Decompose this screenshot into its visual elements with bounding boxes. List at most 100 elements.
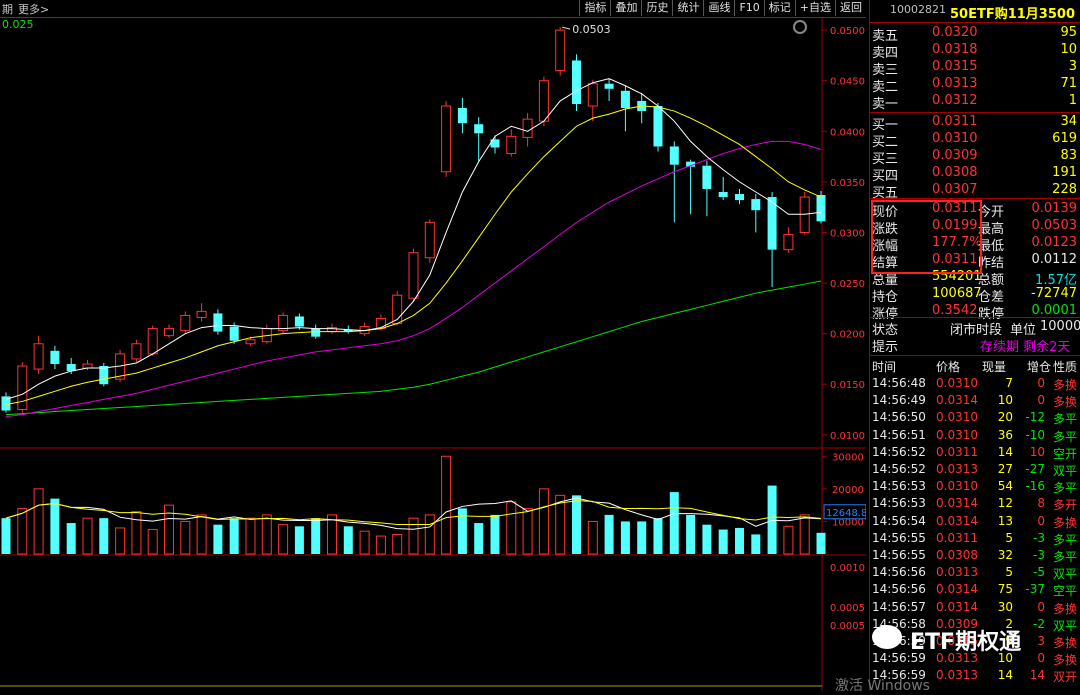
candle [702,160,712,217]
tick-open-change: 0 [1037,393,1045,408]
candle [718,176,728,201]
tick-volume: 54 [997,479,1013,494]
price-tick-label: 0.0450 [830,77,865,88]
tick-open-change: 14 [1029,668,1045,683]
high-price-label: 0.0503 [572,23,611,36]
back-button[interactable]: 返回 [835,0,866,16]
volume-bar [604,514,614,554]
tick-nature: 多平 [1052,412,1077,427]
price-tick-label: 0.0100 [830,431,865,442]
volume-bar [441,455,452,555]
tick-open-change: -27 [1025,462,1045,476]
tick-header-cell: 增仓 [1027,360,1052,374]
tick-row: 14:56:52 0.0311 14 10 空开 [870,445,1080,462]
candle [457,97,467,134]
price-tick-label: 0.0200 [830,330,865,341]
tick-volume: 14 [997,444,1013,459]
volume-bar [424,514,435,555]
tick-open-change: -37 [1025,582,1045,597]
tick-nature: 多平 [1052,481,1077,496]
highlight-box [871,200,982,274]
tick-open-change: -5 [1033,565,1045,580]
tick-open-change: 8 [1037,496,1045,511]
tick-row: 14:56:48 0.0310 7 0 多换 [870,376,1080,393]
volume-bar [572,495,581,554]
volume-bar [751,534,761,554]
bid-price: 0.0311 [932,114,978,129]
candle [735,188,744,205]
high-price-pointer [562,26,571,30]
volume-bar [783,525,794,555]
volume-bar [229,518,239,554]
f10-button[interactable]: F10 [734,0,763,16]
volume-bar [278,524,289,555]
tick-volume: 13 [997,513,1013,528]
volume-bar [50,498,60,554]
tick-open-change: -3 [1033,530,1045,545]
tick-volume: 10 [997,393,1013,408]
ask-level: 卖二 0.0313 71 [870,76,1080,95]
ask-price: 0.0312 [932,93,978,108]
price-tick-label: 0.0150 [830,380,865,391]
tick-price: 0.0314 [936,513,978,528]
tick-nature: 空平 [1052,584,1077,599]
volume-marker-label: 12648.82 [826,508,866,519]
bid-qty: 34 [1060,114,1077,129]
ask-level: 卖四 0.0318 10 [870,42,1080,61]
tick-row: 14:56:55 0.0308 32 -3 多平 [870,548,1080,565]
statistics-button[interactable]: 统计 [672,0,703,16]
ask-label: 卖一 [872,97,899,112]
quote-value: -72747 [1030,286,1077,301]
ask-price: 0.0318 [932,42,978,57]
candle [572,54,581,112]
volume-bar [261,514,272,555]
toolbar-buttons: 指标 叠加 历史 统计 画线 F10 标记 +自选 返回 [579,0,866,17]
ask-price: 0.0320 [932,25,978,40]
kline-chart[interactable]: 0.0503 0.05000.04500.04000.03500.03000.0… [0,18,866,691]
volume-tick-label: 20000 [832,485,864,496]
tick-volume: 12 [997,496,1013,511]
candle [261,324,272,344]
draw-line-button[interactable]: 画线 [703,0,734,16]
tick-open-change: 10 [1029,444,1045,459]
tick-row: 14:56:56 0.0314 75 -37 空平 [870,582,1080,599]
tick-row: 14:56:53 0.0310 54 -16 多平 [870,479,1080,496]
tick-header-cell: 价格 [936,360,961,374]
ask-level: 卖一 0.0312 1 [870,93,1080,112]
contract-code: 10002821 [890,3,946,16]
volume-bar [99,518,109,554]
volume-bar [1,518,11,554]
bid-level: 买三 0.0309 83 [870,148,1080,167]
volume-bar [343,526,353,554]
volume-bar [213,524,223,554]
mark-button[interactable]: 标记 [763,0,795,16]
period-label[interactable]: 期 [2,1,13,17]
tick-open-change: 0 [1037,599,1045,614]
volume-bar [33,488,44,555]
tick-volume: 32 [997,548,1013,562]
volume-bar [474,523,484,554]
more-menu[interactable]: 更多> [18,1,49,17]
candle [783,227,794,253]
overlay-button[interactable]: 叠加 [610,0,641,16]
volume-bars [1,455,826,555]
add-watchlist-button[interactable]: +自选 [794,0,835,16]
volume-bar [686,514,696,554]
bid-qty: 83 [1060,148,1077,163]
history-button[interactable]: 历史 [641,0,672,16]
bid-price: 0.0310 [932,131,978,146]
quote-panel: 10002821 50ETF购11月3500 卖五 0.0320 95 卖四 0.031… [869,0,1080,691]
tick-nature: 多平 [1052,429,1077,444]
ask-qty: 71 [1060,76,1077,91]
quote-value: 0.0503 [1031,218,1078,233]
bid-qty: 191 [1052,165,1077,180]
price-tick-label: 0.0500 [830,26,865,37]
bid-level: 买一 0.0311 34 [870,114,1080,133]
tick-open-change: -2 [1033,616,1045,631]
volume-bar [196,514,207,555]
tick-time: 14:56:54 [872,513,926,528]
indicator-button[interactable]: 指标 [579,0,610,16]
contract-header: 10002821 50ETF购11月3500 [870,3,1080,22]
volume-bar [506,501,517,555]
tick-nature: 双开 [1052,670,1077,685]
